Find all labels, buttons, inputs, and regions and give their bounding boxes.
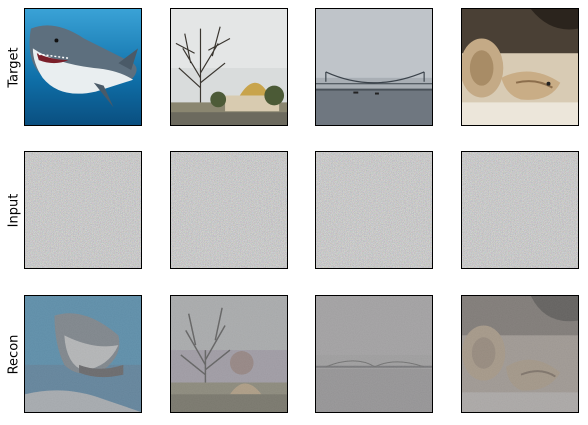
- recon-image-shark: [24, 295, 142, 413]
- recon-image-tree-dome: [170, 295, 288, 413]
- target-image-tree-dome: [170, 8, 288, 126]
- recon-image-bridge: [315, 295, 433, 413]
- input-image-noise-4: [461, 151, 579, 269]
- input-image-noise-2: [170, 151, 288, 269]
- input-image-noise-3: [315, 151, 433, 269]
- row-label-input: Input: [6, 193, 22, 227]
- row-label-recon: Recon: [6, 334, 22, 374]
- recon-image-snake: [461, 295, 579, 413]
- target-image-shark: [24, 8, 142, 126]
- row-label-target: Target: [6, 46, 22, 88]
- target-image-bridge: [315, 8, 433, 126]
- input-image-noise-1: [24, 151, 142, 269]
- target-image-snake: [461, 8, 579, 126]
